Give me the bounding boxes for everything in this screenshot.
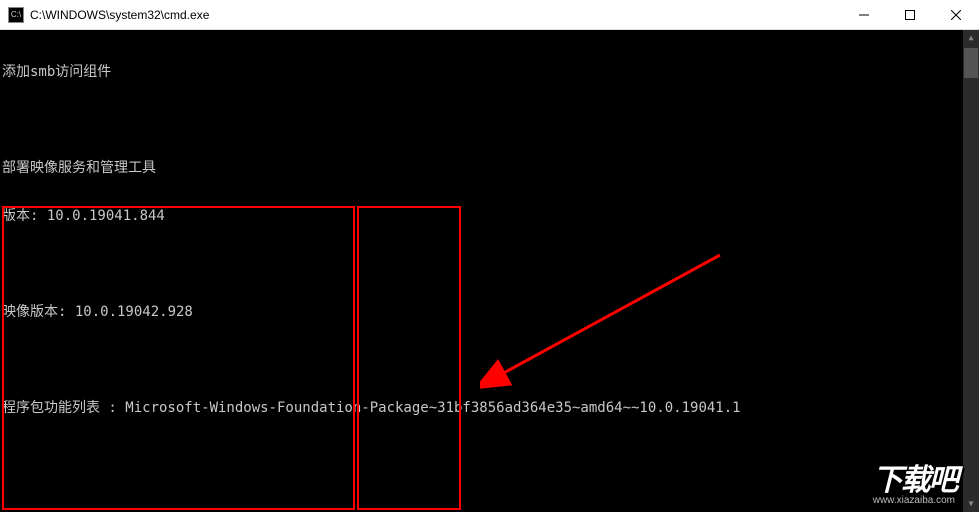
- console-line: [2, 496, 979, 512]
- window-controls: [841, 0, 979, 30]
- console-line: [2, 112, 979, 128]
- console-line: 添加smb访问组件: [2, 64, 979, 80]
- window-title: C:\WINDOWS\system32\cmd.exe: [30, 8, 209, 22]
- console-scrollbar[interactable]: ▲ ▼: [963, 30, 979, 512]
- scrollbar-thumb[interactable]: [964, 48, 978, 78]
- console-line: [2, 352, 979, 368]
- console-line: 映像版本: 10.0.19042.928: [2, 304, 979, 320]
- scrollbar-up-arrow[interactable]: ▲: [963, 30, 979, 46]
- console-output[interactable]: 添加smb访问组件 部署映像服务和管理工具 版本: 10.0.19041.844…: [0, 30, 979, 512]
- console-line: 版本: 10.0.19041.844: [2, 208, 979, 224]
- cmd-icon: C:\: [8, 7, 24, 23]
- maximize-button[interactable]: [887, 0, 933, 30]
- scrollbar-down-arrow[interactable]: ▼: [963, 496, 979, 512]
- close-button[interactable]: [933, 0, 979, 30]
- console-line: [2, 256, 979, 272]
- console-line: 部署映像服务和管理工具: [2, 160, 979, 176]
- console-line: [2, 448, 979, 464]
- console-line: 程序包功能列表 : Microsoft-Windows-Foundation-P…: [2, 400, 979, 416]
- window-titlebar[interactable]: C:\ C:\WINDOWS\system32\cmd.exe: [0, 0, 979, 30]
- minimize-button[interactable]: [841, 0, 887, 30]
